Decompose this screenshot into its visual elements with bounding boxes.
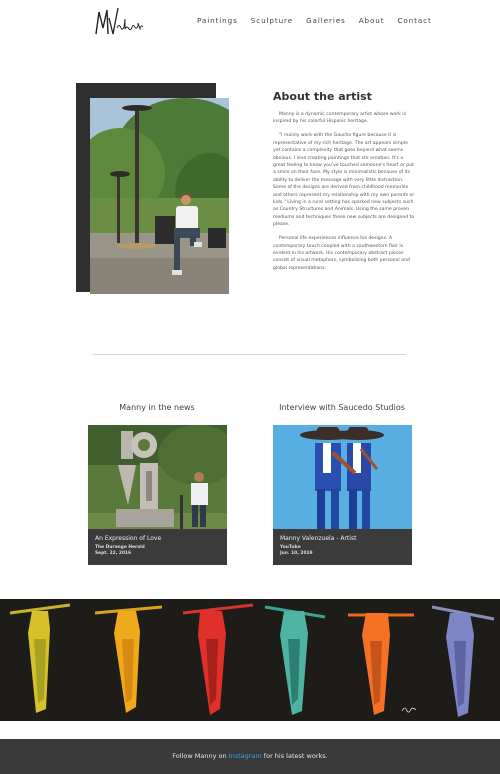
gaucho-banner-painting xyxy=(0,599,500,721)
main-nav: Paintings Sculpture Galleries About Cont… xyxy=(197,16,432,25)
interview-heading: Interview with Saucedo Studios xyxy=(279,403,405,412)
nav-contact[interactable]: Contact xyxy=(397,16,431,25)
news-card-date: Sept. 22, 2016 xyxy=(95,551,132,556)
interview-card-date: Jun. 10, 2019 xyxy=(280,551,313,556)
section-divider xyxy=(93,354,406,355)
news-thumbnail xyxy=(88,425,227,529)
news-card-source: The Durango Herald xyxy=(95,545,145,550)
about-body: Manny is a dynamic contemporary artist w… xyxy=(273,111,415,279)
about-paragraph-1: Manny is a dynamic contemporary artist w… xyxy=(273,112,406,125)
footer-text: Follow Manny on Instagram for his latest… xyxy=(0,752,500,760)
artist-photo xyxy=(90,98,229,294)
interview-card[interactable]: Manny Valenzuela - Artist YouTube Jun. 1… xyxy=(273,425,412,565)
site-footer: Follow Manny on Instagram for his latest… xyxy=(0,739,500,774)
nav-about[interactable]: About xyxy=(359,16,385,25)
nav-galleries[interactable]: Galleries xyxy=(306,16,346,25)
nav-paintings[interactable]: Paintings xyxy=(197,16,238,25)
news-card[interactable]: An Expression of Love The Durango Herald… xyxy=(88,425,227,565)
about-paragraph-3: Personal life experiences influence his … xyxy=(273,236,410,271)
news-card-title[interactable]: An Expression of Love xyxy=(95,535,161,542)
nav-sculpture[interactable]: Sculpture xyxy=(251,16,293,25)
interview-card-source: YouTube xyxy=(280,545,301,550)
site-header: Paintings Sculpture Galleries About Cont… xyxy=(0,0,500,44)
footer-text-before: Follow Manny on xyxy=(172,752,229,760)
logo-signature[interactable] xyxy=(93,4,145,38)
news-heading: Manny in the news xyxy=(119,403,195,412)
about-title: About the artist xyxy=(273,90,372,103)
about-paragraph-2: "I mainly work with the Gaucho figure be… xyxy=(273,133,415,228)
footer-text-after: for his latest works. xyxy=(261,752,328,760)
interview-thumbnail xyxy=(273,425,412,529)
instagram-link[interactable]: Instagram xyxy=(229,752,262,760)
interview-card-title[interactable]: Manny Valenzuela - Artist xyxy=(280,535,356,542)
